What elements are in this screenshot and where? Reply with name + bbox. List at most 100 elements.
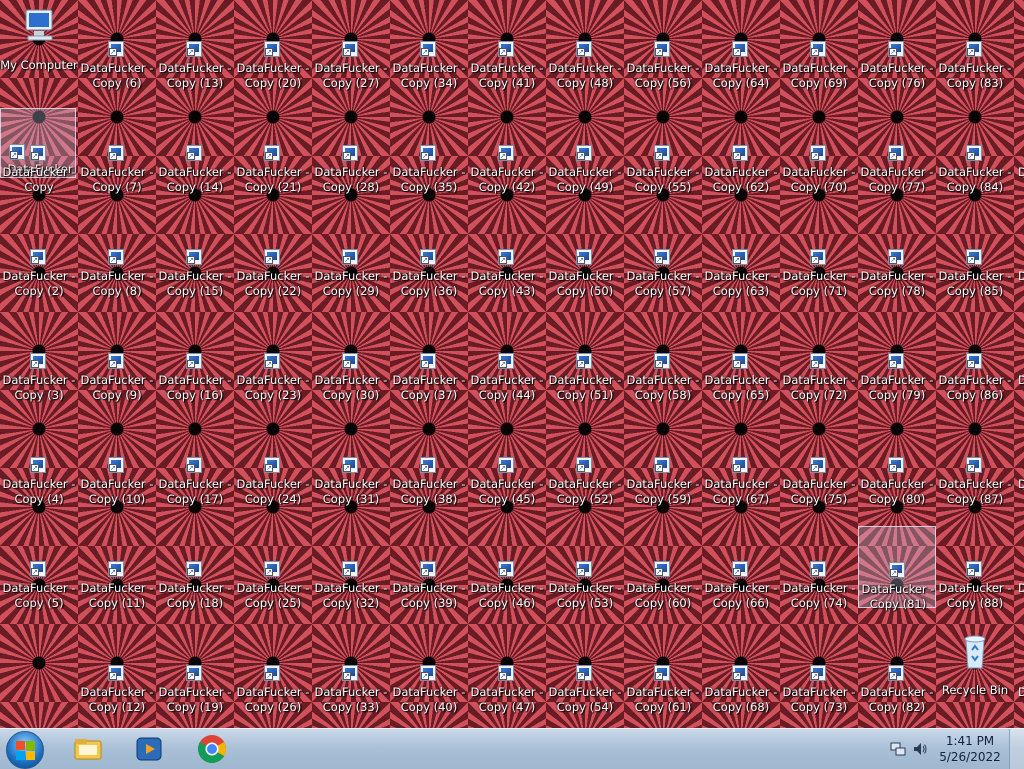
datafucker-shortcut[interactable]: ➚ DataFucker - Copy (42) — [468, 142, 546, 218]
start-button[interactable] — [6, 731, 44, 769]
datafucker-shortcut[interactable]: ➚ DataFucker - Copy (81) — [858, 526, 936, 611]
datafucker-shortcut[interactable]: ➚ DataFucker - Copy (17) — [156, 454, 234, 530]
datafucker-shortcut[interactable]: ➚ DataFucker - Copy (54) — [546, 662, 624, 738]
datafucker-shortcut[interactable]: ➚ DataFucker - Copy (55) — [624, 142, 702, 218]
datafucker-shortcut[interactable]: ➚ DataFucker - Copy (2) — [0, 246, 78, 322]
datafucker-shortcut[interactable]: ➚ DataFucker - Copy (64) — [702, 38, 780, 114]
datafucker-shortcut[interactable]: ➚ DataFucker - Copy (70) — [780, 142, 858, 218]
datafucker-shortcut[interactable]: ➚ DataFucker - Copy (36) — [390, 246, 468, 322]
datafucker-shortcut[interactable]: ➚ DataFucker - Copy (46) — [468, 558, 546, 634]
datafucker-shortcut[interactable]: ➚ DataFucker - Copy (33) — [312, 662, 390, 738]
datafucker-shortcut[interactable]: ➚ DataFucker - Copy (32) — [312, 558, 390, 634]
datafucker-shortcut[interactable]: ➚ DataFucker - Copy (82) — [858, 662, 936, 738]
datafucker-shortcut[interactable]: ➚ DataFucker - Copy (22) — [234, 246, 312, 322]
datafucker-shortcut[interactable]: ➚ DataFucker - Copy (30) — [312, 350, 390, 426]
datafucker-shortcut[interactable]: ➚ DataFucker - Copy (73) — [780, 662, 858, 738]
datafucker-shortcut[interactable]: ➚ DataFucker - Copy (69) — [780, 38, 858, 114]
datafucker-shortcut[interactable]: ➚ DataFucker - Copy (58) — [624, 350, 702, 426]
datafucker-shortcut[interactable]: ➚ DataFucker - Copy (9) — [78, 350, 156, 426]
datafucker-shortcut[interactable]: ➚ DataFucker - Copy (88) — [936, 558, 1014, 634]
datafucker-shortcut[interactable]: ➚ DataFucker - Copy (53) — [546, 558, 624, 634]
datafucker-shortcut[interactable]: ➚ DataFucker - Copy (11) — [78, 558, 156, 634]
datafucker-shortcut[interactable]: ➚ DataFucker - Copy (43) — [468, 246, 546, 322]
datafucker-shortcut[interactable]: ➚ DataFucker - Copy (51) — [546, 350, 624, 426]
datafucker-shortcut[interactable]: ➚ DataFucker - Copy (84) — [936, 142, 1014, 218]
datafucker-shortcut[interactable]: ➚ DataFucker - Copy (52) — [546, 454, 624, 530]
datafucker-shortcut[interactable]: ➚ DataFucker - Copy (38) — [390, 454, 468, 530]
datafucker-shortcut[interactable]: ➚ DataFucker - Copy (4) — [0, 454, 78, 530]
datafucker-shortcut[interactable]: ➚ DataFucker - Copy (7) — [78, 142, 156, 218]
datafucker-shortcut[interactable]: ➚ DataFucker - Copy (19) — [156, 662, 234, 738]
datafucker-shortcut[interactable]: ➚ DataFucker - Copy (34) — [390, 38, 468, 114]
datafucker-shortcut[interactable]: ➚ DataFucker - Copy (24) — [234, 454, 312, 530]
datafucker-shortcut[interactable]: ➚ DataFucker - Copy (15) — [156, 246, 234, 322]
datafucker-shortcut[interactable]: ➚ DataFucker - Copy (37) — [390, 350, 468, 426]
my-computer-shortcut[interactable]: My Computer — [0, 6, 78, 82]
datafucker-shortcut[interactable]: ➚ DataFucker - Copy (40) — [390, 662, 468, 738]
recycle-bin-shortcut[interactable]: Recycle Bin — [936, 630, 1014, 706]
datafucker-shortcut[interactable]: ➚ DataFucker - Copy (48) — [546, 38, 624, 114]
datafucker-shortcut[interactable]: ➚ DataFucker - Copy — [0, 142, 78, 218]
datafucker-shortcut[interactable]: ➚ DataFucker - Copy (6) — [78, 38, 156, 114]
datafucker-shortcut[interactable]: ➚ DataFucker - Copy (71) — [780, 246, 858, 322]
datafucker-shortcut[interactable]: ➚ DataFucker - Copy (56) — [624, 38, 702, 114]
datafucker-shortcut[interactable]: ➚ DataFucker - Copy (85) — [936, 246, 1014, 322]
datafucker-shortcut[interactable]: ➚ DataFucker - Copy (74) — [780, 558, 858, 634]
datafucker-shortcut[interactable]: ➚ DataFucker - Copy (25) — [234, 558, 312, 634]
volume-icon[interactable] — [912, 741, 928, 757]
datafucker-shortcut[interactable]: ➚ DataFucker - Copy (23) — [234, 350, 312, 426]
datafucker-shortcut[interactable]: ➚ DataFucker - Copy (78) — [858, 246, 936, 322]
datafucker-shortcut[interactable]: ➚ DataFucker - Copy (18) — [156, 558, 234, 634]
datafucker-shortcut[interactable]: ➚ DataFucker - Copy (3) — [0, 350, 78, 426]
datafucker-shortcut[interactable]: ➚ DataFucker - Copy (62) — [702, 142, 780, 218]
datafucker-shortcut[interactable]: ➚ DataFucker - Copy (21) — [234, 142, 312, 218]
datafucker-shortcut[interactable]: ➚ DataFucker - Copy (68) — [702, 662, 780, 738]
datafucker-shortcut[interactable]: ➚ DataFucker - Copy (76) — [858, 38, 936, 114]
datafucker-shortcut[interactable]: ➚ DataFucker - Copy (66) — [702, 558, 780, 634]
datafucker-shortcut[interactable]: ➚ DataFucker - Copy (57) — [624, 246, 702, 322]
datafucker-shortcut[interactable]: ➚ DataFucker - Copy (47) — [468, 662, 546, 738]
datafucker-shortcut[interactable]: ➚ DataFucker - Copy (16) — [156, 350, 234, 426]
datafucker-shortcut[interactable]: ➚ DataFucker - Copy (10) — [78, 454, 156, 530]
datafucker-shortcut[interactable]: ➚ DataFucker - Copy (41) — [468, 38, 546, 114]
datafucker-shortcut[interactable]: ➚ DataFucker - Copy (65) — [702, 350, 780, 426]
datafucker-shortcut[interactable]: ➚ DataFucker - Copy (44) — [468, 350, 546, 426]
datafucker-shortcut[interactable]: ➚ DataFucker - Copy (67) — [702, 454, 780, 530]
datafucker-shortcut[interactable]: ➚ DataFucker - Copy (27) — [312, 38, 390, 114]
show-desktop-button[interactable] — [1009, 729, 1024, 769]
datafucker-shortcut[interactable]: ➚ DataFucker - Copy (13) — [156, 38, 234, 114]
datafucker-shortcut[interactable]: ➚ DataFucker - Copy (59) — [624, 454, 702, 530]
clock[interactable]: 1:41 PM 5/26/2022 — [938, 733, 1002, 765]
offscreen-shortcut-label[interactable]: D — [1018, 581, 1024, 595]
datafucker-shortcut[interactable]: ➚ DataFucker - Copy (8) — [78, 246, 156, 322]
offscreen-shortcut-label[interactable]: D — [1018, 373, 1024, 387]
datafucker-shortcut[interactable]: ➚ DataFucker - Copy (35) — [390, 142, 468, 218]
datafucker-shortcut[interactable]: ➚ DataFucker - Copy (45) — [468, 454, 546, 530]
datafucker-shortcut[interactable]: ➚ DataFucker - Copy (39) — [390, 558, 468, 634]
datafucker-shortcut[interactable]: ➚ DataFucker - Copy (63) — [702, 246, 780, 322]
desktop[interactable]: My Computer ➚ DataFucker ➚ DataFucker - Co… — [0, 0, 1024, 728]
datafucker-shortcut[interactable]: ➚ DataFucker - Copy (61) — [624, 662, 702, 738]
datafucker-shortcut[interactable]: ➚ DataFucker - Copy (20) — [234, 38, 312, 114]
offscreen-shortcut-label[interactable]: D — [1018, 269, 1024, 283]
datafucker-shortcut[interactable]: ➚ DataFucker - Copy (28) — [312, 142, 390, 218]
datafucker-shortcut[interactable]: ➚ DataFucker - Copy (87) — [936, 454, 1014, 530]
datafucker-shortcut[interactable]: ➚ DataFucker - Copy (26) — [234, 662, 312, 738]
datafucker-shortcut[interactable]: ➚ DataFucker - Copy (77) — [858, 142, 936, 218]
chrome-icon[interactable] — [196, 733, 228, 765]
datafucker-shortcut[interactable]: ➚ DataFucker - Copy (79) — [858, 350, 936, 426]
datafucker-shortcut[interactable]: ➚ DataFucker - Copy (72) — [780, 350, 858, 426]
datafucker-shortcut[interactable]: ➚ DataFucker - Copy (29) — [312, 246, 390, 322]
offscreen-shortcut-label[interactable]: D — [1018, 477, 1024, 491]
windows-explorer-icon[interactable] — [72, 733, 104, 765]
datafucker-shortcut[interactable]: ➚ DataFucker - Copy (86) — [936, 350, 1014, 426]
datafucker-shortcut[interactable]: ➚ DataFucker - Copy (50) — [546, 246, 624, 322]
datafucker-shortcut[interactable]: ➚ DataFucker - Copy (49) — [546, 142, 624, 218]
datafucker-shortcut[interactable]: ➚ DataFucker - Copy (60) — [624, 558, 702, 634]
datafucker-shortcut[interactable]: ➚ DataFucker - Copy (12) — [78, 662, 156, 738]
offscreen-shortcut-label[interactable]: D — [1018, 165, 1024, 179]
offscreen-shortcut-label[interactable]: D — [1018, 685, 1024, 699]
network-icon[interactable] — [890, 741, 906, 757]
media-player-icon[interactable] — [133, 733, 165, 765]
datafucker-shortcut[interactable]: ➚ DataFucker - Copy (5) — [0, 558, 78, 634]
